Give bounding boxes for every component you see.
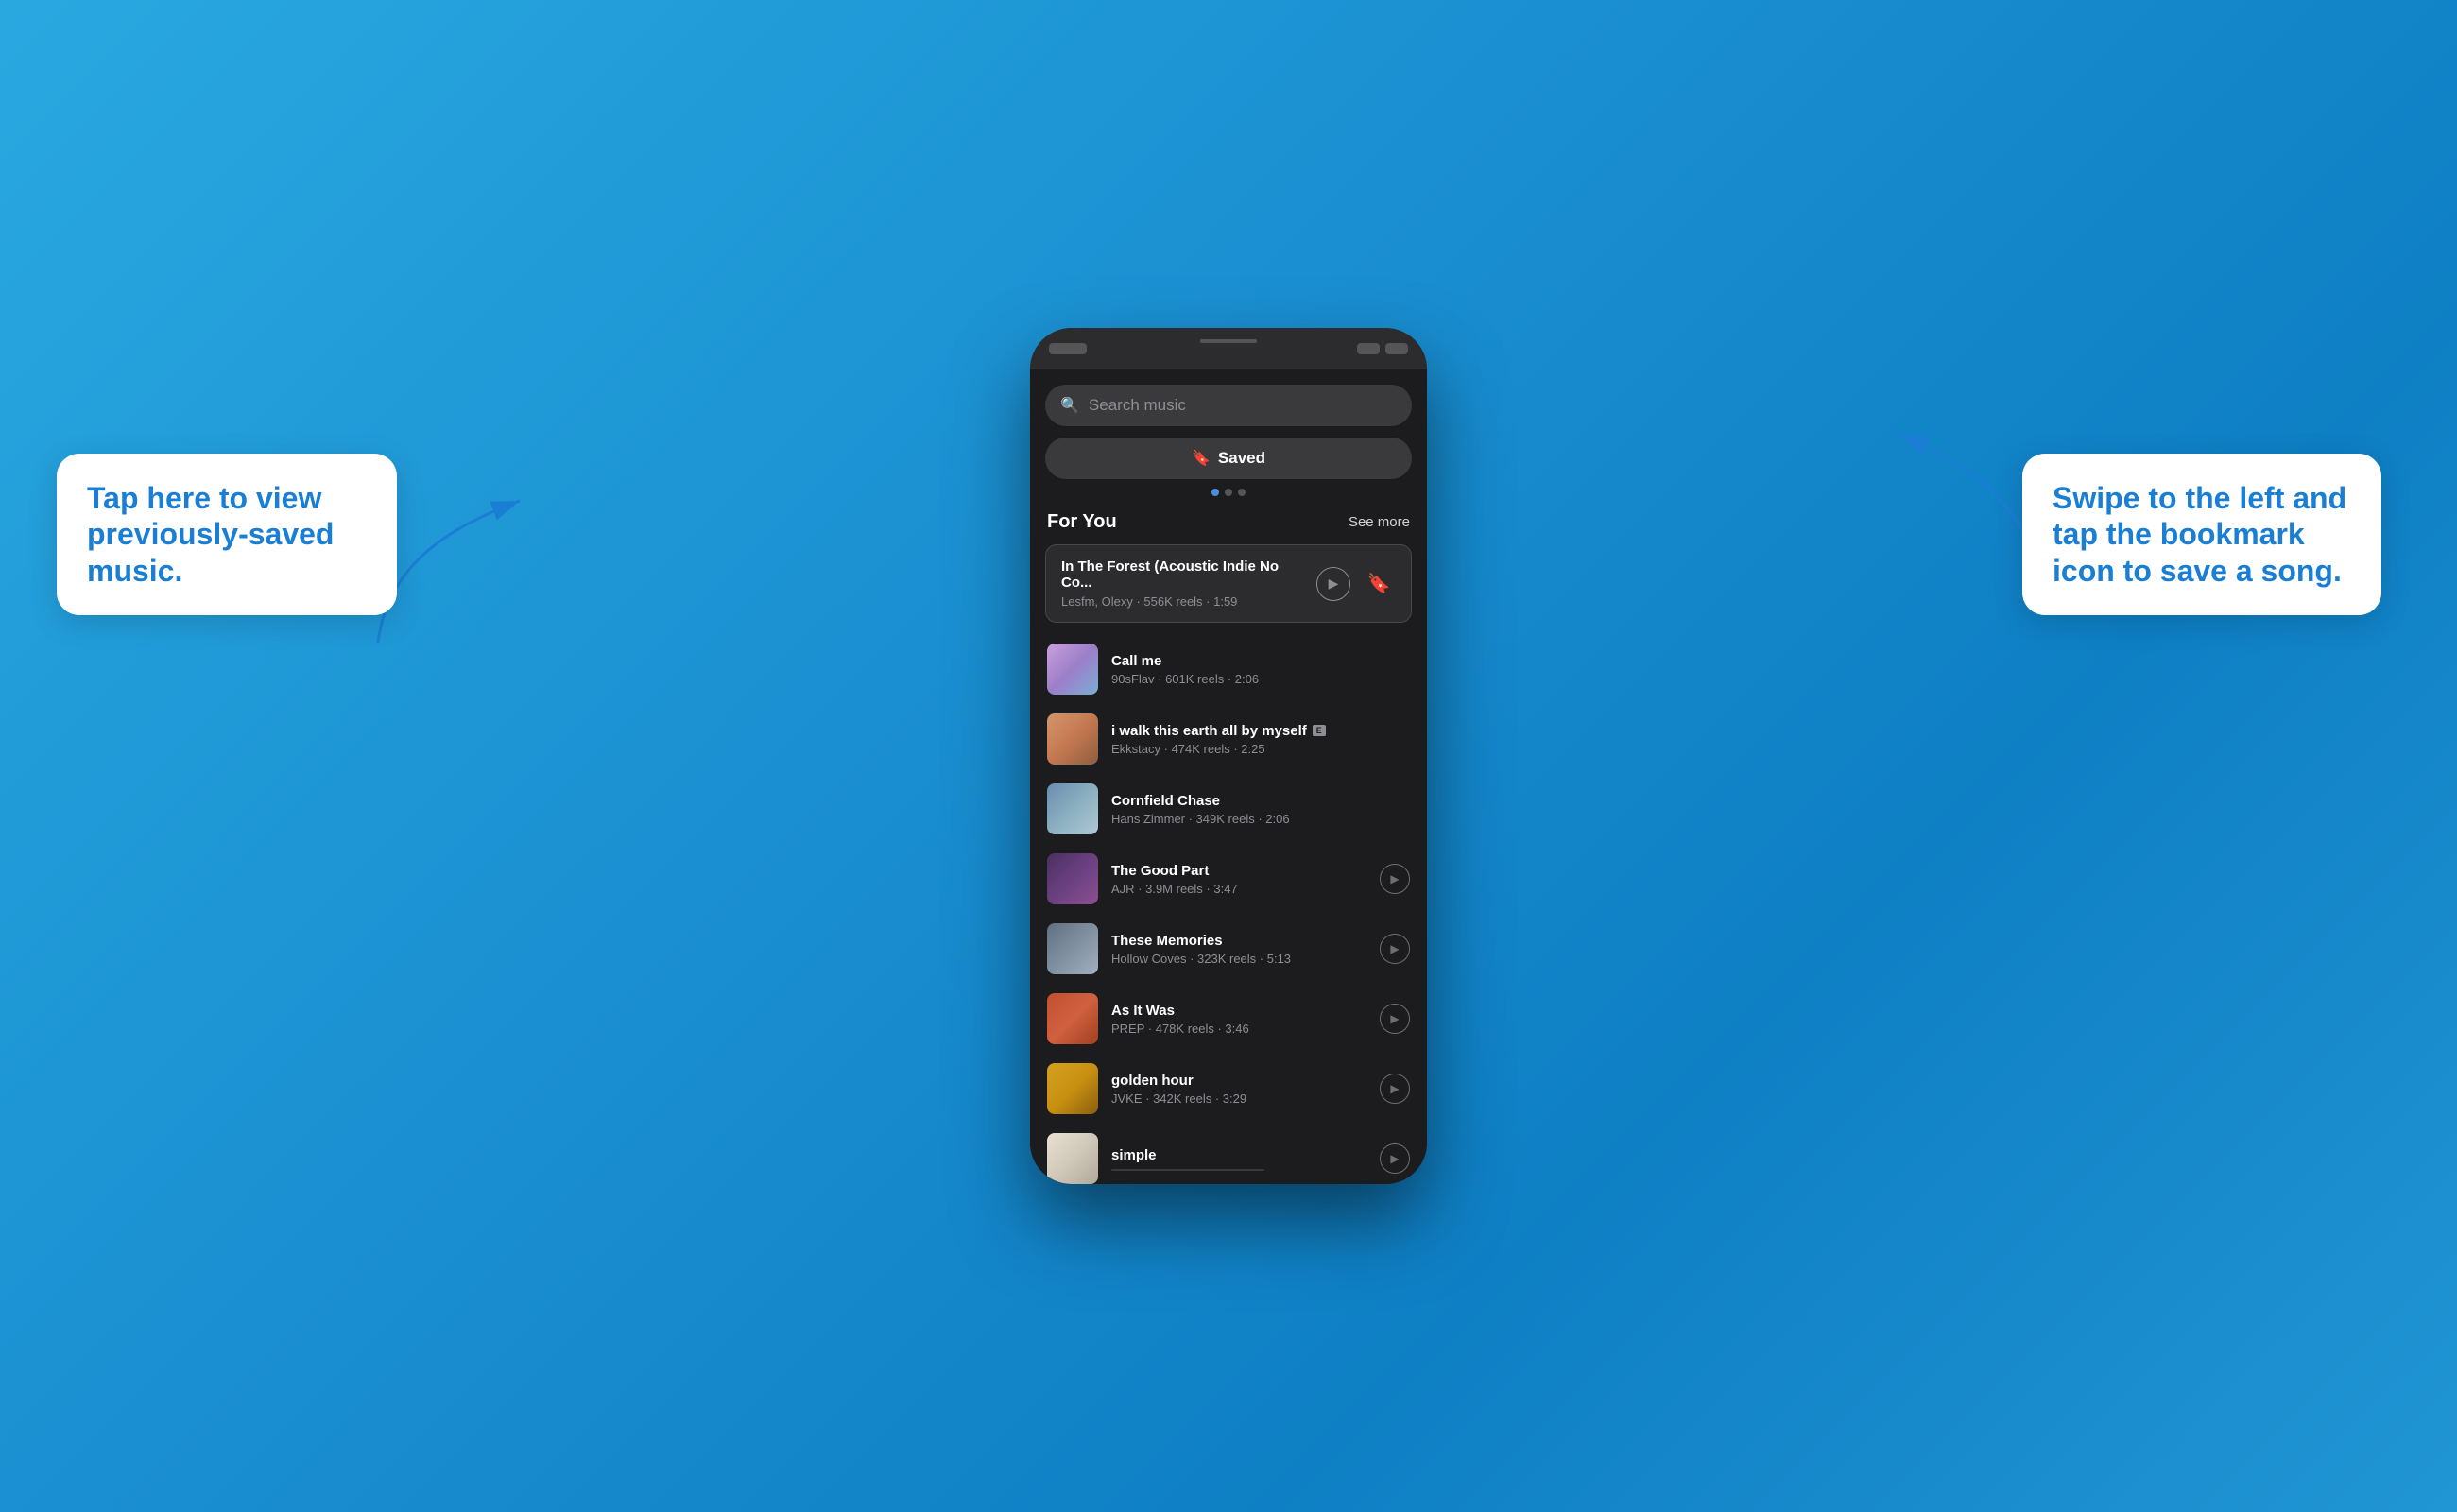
callout-right: Swipe to the left and tap the bookmark i… xyxy=(2022,454,2381,615)
search-placeholder: Search music xyxy=(1089,396,1186,415)
featured-track-meta: Lesfm, Olexy · 556K reels · 1:59 xyxy=(1061,594,1305,609)
track-item[interactable]: Cornfield Chase Hans Zimmer · 349K reels… xyxy=(1045,774,1412,844)
track-item[interactable]: simple ▶ xyxy=(1045,1124,1412,1184)
featured-bookmark-button[interactable]: 🔖 xyxy=(1362,567,1396,601)
track-meta: Ekkstacy · 474K reels · 2:25 xyxy=(1111,742,1410,756)
track-play-button[interactable]: ▶ xyxy=(1380,1143,1410,1174)
track-item-info: i walk this earth all by myself E Ekksta… xyxy=(1111,723,1410,756)
bookmark-icon: 🔖 xyxy=(1192,449,1211,468)
track-name: simple xyxy=(1111,1147,1366,1163)
track-meta: Hans Zimmer · 349K reels · 2:06 xyxy=(1111,812,1410,826)
track-play-button[interactable]: ▶ xyxy=(1380,934,1410,964)
album-art xyxy=(1047,1133,1098,1184)
track-name: golden hour xyxy=(1111,1073,1366,1089)
featured-track-info: In The Forest (Acoustic Indie No Co... L… xyxy=(1061,558,1305,609)
track-name: As It Was xyxy=(1111,1003,1366,1019)
section-title: For You xyxy=(1047,511,1117,533)
status-bar xyxy=(1030,328,1427,369)
saved-button[interactable]: 🔖 Saved xyxy=(1045,438,1412,479)
track-meta: 90sFlav · 601K reels · 2:06 xyxy=(1111,672,1410,686)
track-item-info: The Good Part AJR · 3.9M reels · 3:47 xyxy=(1111,863,1366,896)
track-meta: PREP · 478K reels · 3:46 xyxy=(1111,1022,1366,1036)
track-item-info: As It Was PREP · 478K reels · 3:46 xyxy=(1111,1003,1366,1036)
progress-bar-container xyxy=(1111,1169,1366,1171)
track-item[interactable]: Call me 90sFlav · 601K reels · 2:06 xyxy=(1045,634,1412,704)
track-item-info: simple xyxy=(1111,1147,1366,1171)
track-item-info: Cornfield Chase Hans Zimmer · 349K reels… xyxy=(1111,793,1410,826)
track-name: Call me xyxy=(1111,653,1410,669)
track-item[interactable]: As It Was PREP · 478K reels · 3:46 ▶ xyxy=(1045,984,1412,1054)
track-list: Call me 90sFlav · 601K reels · 2:06 i wa… xyxy=(1045,634,1412,1184)
album-art xyxy=(1047,993,1098,1044)
see-more-button[interactable]: See more xyxy=(1349,514,1410,530)
arrow-left xyxy=(369,472,558,666)
track-meta: Hollow Coves · 323K reels · 5:13 xyxy=(1111,952,1366,966)
track-name: Cornfield Chase xyxy=(1111,793,1410,809)
album-art xyxy=(1047,644,1098,695)
dot-3[interactable] xyxy=(1238,489,1246,496)
track-name: These Memories xyxy=(1111,933,1366,949)
album-art xyxy=(1047,783,1098,834)
track-name: i walk this earth all by myself E xyxy=(1111,723,1410,739)
section-header: For You See more xyxy=(1045,511,1412,533)
search-icon: 🔍 xyxy=(1060,396,1079,415)
search-bar[interactable]: 🔍 Search music xyxy=(1045,385,1412,426)
track-item-info: golden hour JVKE · 342K reels · 3:29 xyxy=(1111,1073,1366,1106)
dot-1[interactable] xyxy=(1211,489,1219,496)
featured-track-name: In The Forest (Acoustic Indie No Co... xyxy=(1061,558,1305,591)
featured-track[interactable]: In The Forest (Acoustic Indie No Co... L… xyxy=(1045,544,1412,623)
featured-play-button[interactable]: ▶ xyxy=(1316,567,1350,601)
status-battery xyxy=(1385,343,1408,354)
page-dots xyxy=(1045,489,1412,496)
track-item[interactable]: The Good Part AJR · 3.9M reels · 3:47 ▶ xyxy=(1045,844,1412,914)
track-item[interactable]: golden hour JVKE · 342K reels · 3:29 ▶ xyxy=(1045,1054,1412,1124)
phone-frame: 🔍 Search music 🔖 Saved For You See more … xyxy=(1030,328,1427,1184)
status-time xyxy=(1049,343,1087,354)
track-item-info: These Memories Hollow Coves · 323K reels… xyxy=(1111,933,1366,966)
album-art xyxy=(1047,713,1098,765)
track-item[interactable]: i walk this earth all by myself E Ekksta… xyxy=(1045,704,1412,774)
track-play-button[interactable]: ▶ xyxy=(1380,1004,1410,1034)
saved-button-label: Saved xyxy=(1218,449,1265,468)
track-meta: AJR · 3.9M reels · 3:47 xyxy=(1111,882,1366,896)
callout-left-text: Tap here to view previously-saved music. xyxy=(87,480,367,589)
track-name: The Good Part xyxy=(1111,863,1366,879)
album-art xyxy=(1047,923,1098,974)
dot-2[interactable] xyxy=(1225,489,1232,496)
track-play-button[interactable]: ▶ xyxy=(1380,864,1410,894)
explicit-badge: E xyxy=(1313,725,1326,736)
track-item-info: Call me 90sFlav · 601K reels · 2:06 xyxy=(1111,653,1410,686)
track-play-button[interactable]: ▶ xyxy=(1380,1074,1410,1104)
callout-left: Tap here to view previously-saved music. xyxy=(57,454,397,615)
track-item[interactable]: These Memories Hollow Coves · 323K reels… xyxy=(1045,914,1412,984)
album-art xyxy=(1047,1063,1098,1114)
album-art xyxy=(1047,853,1098,904)
track-meta: JVKE · 342K reels · 3:29 xyxy=(1111,1091,1366,1106)
callout-right-text: Swipe to the left and tap the bookmark i… xyxy=(2053,480,2351,589)
status-signal xyxy=(1357,343,1380,354)
